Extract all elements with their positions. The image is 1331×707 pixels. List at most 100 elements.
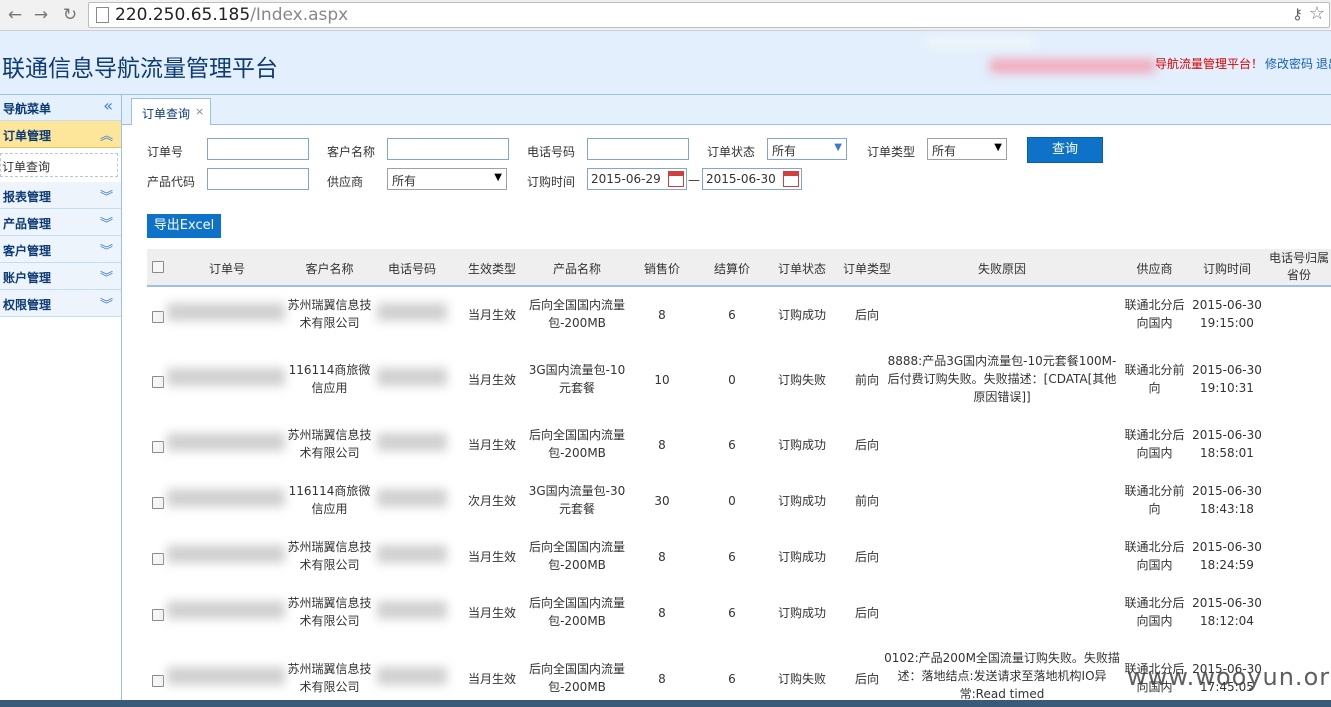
row-checkbox[interactable] — [152, 553, 164, 565]
query-button[interactable]: 查询 — [1027, 137, 1103, 163]
supplier-cell: 联通北分前向 — [1124, 484, 1185, 516]
customer-name-label: 客户名称 — [327, 145, 376, 159]
table-row[interactable]: 116114商旅微信应用 次月生效 3G国内流量包-30元套餐 30 0 订购成… — [147, 473, 1331, 529]
forward-arrow-icon[interactable]: → — [30, 4, 52, 26]
redacted-order-no — [167, 545, 285, 563]
row-checkbox[interactable] — [152, 497, 164, 509]
supplier-cell: 联通北分后向国内 — [1124, 428, 1185, 460]
settle-price-cell: 6 — [728, 308, 736, 322]
type-cell: 后向 — [854, 438, 879, 452]
customer-cell: 苏州瑞翼信息技术有限公司 — [287, 428, 372, 460]
date-to-input[interactable]: 2015-06-30 — [702, 168, 802, 190]
calendar-icon[interactable] — [668, 171, 684, 187]
row-checkbox[interactable] — [152, 311, 164, 323]
calendar-icon[interactable] — [783, 171, 799, 187]
column-header[interactable]: 订单状态 — [767, 260, 837, 277]
column-header[interactable]: 销售价 — [627, 260, 697, 277]
customer-cell: 苏州瑞翼信息技术有限公司 — [287, 596, 372, 628]
sidebar-group-orders[interactable]: 订单管理 ︽ — [0, 121, 121, 148]
back-arrow-icon[interactable]: ← — [4, 4, 26, 26]
order-type-select[interactable]: 所有 ▼ — [927, 138, 1007, 160]
chevron-down-icon[interactable]: ︾ — [100, 294, 113, 313]
sidebar-group-reports[interactable]: 报表管理 ︾ — [0, 182, 121, 209]
table-row[interactable]: 苏州瑞翼信息技术有限公司 当月生效 后向全国国内流量包-200MB 8 6 订购… — [147, 417, 1331, 473]
sidebar-group-label: 账户管理 — [3, 271, 52, 285]
order-time-label: 订购时间 — [527, 175, 576, 189]
change-password-link[interactable]: 修改密码 — [1265, 55, 1313, 72]
redacted-phone — [377, 368, 447, 386]
chevron-down-icon[interactable]: ︾ — [100, 240, 113, 259]
column-header[interactable]: 订单号 — [182, 260, 272, 277]
time-clock-cell: 19:10:31 — [1200, 381, 1254, 395]
table-row[interactable]: 苏州瑞翼信息技术有限公司 当月生效 后向全国国内流量包-200MB 8 6 订购… — [147, 529, 1331, 585]
date-to-value: 2015-06-30 — [706, 172, 776, 186]
table-row[interactable]: 116114商旅微信应用 当月生效 3G国内流量包-10元套餐 10 0 订购失… — [147, 343, 1331, 417]
table-row[interactable]: 苏州瑞翼信息技术有限公司 当月生效 后向全国国内流量包-200MB 8 6 订购… — [147, 287, 1331, 343]
export-excel-button[interactable]: 导出Excel — [147, 214, 221, 238]
close-icon[interactable]: × — [195, 105, 204, 118]
address-bar[interactable]: 220.250.65.185/Index.aspx ⚷ ☆ — [88, 2, 1330, 28]
customer-cell: 116114商旅微信应用 — [288, 363, 371, 395]
column-header[interactable]: 客户名称 — [287, 260, 372, 277]
chevron-down-icon[interactable]: ︾ — [100, 267, 113, 286]
watermark: www.wooyun.org — [1127, 663, 1331, 691]
column-header[interactable]: 电话号码 — [372, 260, 452, 277]
key-icon[interactable]: ⚷ — [1292, 5, 1303, 23]
phone-input[interactable] — [587, 138, 689, 160]
sale-price-cell: 8 — [658, 308, 666, 322]
redacted-username — [990, 59, 1155, 73]
row-checkbox[interactable] — [152, 376, 164, 388]
app-title: 联通信息导航流量管理平台 — [2, 56, 278, 82]
order-status-select[interactable]: 所有 ▼ — [767, 138, 847, 160]
url-text[interactable]: 220.250.65.185/Index.aspx — [115, 5, 348, 25]
column-header[interactable]: 电话号归属省份 — [1267, 250, 1331, 284]
collapse-sidebar-icon[interactable]: « — [103, 96, 113, 115]
sale-price-cell: 30 — [654, 494, 670, 508]
sidebar-group-products[interactable]: 产品管理 ︾ — [0, 209, 121, 236]
column-header[interactable]: 失败原因 — [882, 260, 1122, 277]
column-header[interactable]: 生效类型 — [457, 260, 527, 277]
sidebar-group-customers[interactable]: 客户管理 ︾ — [0, 236, 121, 263]
redacted-order-no — [167, 303, 285, 321]
column-header[interactable]: 产品名称 — [527, 260, 627, 277]
sale-price-cell: 8 — [658, 550, 666, 564]
column-header[interactable]: 订购时间 — [1187, 260, 1267, 277]
product-cell: 后向全国国内流量包-200MB — [528, 428, 625, 460]
chevron-down-icon[interactable]: ︾ — [100, 186, 113, 205]
supplier-cell: 联通北分前向 — [1124, 363, 1185, 395]
order-type-label: 订单类型 — [867, 145, 916, 159]
time-date-cell: 2015-06-30 — [1192, 596, 1262, 610]
date-from-input[interactable]: 2015-06-29 — [587, 168, 687, 190]
order-no-input[interactable] — [207, 138, 309, 160]
row-checkbox[interactable] — [152, 609, 164, 621]
table-row[interactable]: 苏州瑞翼信息技术有限公司 当月生效 后向全国国内流量包-200MB 8 6 订购… — [147, 585, 1331, 641]
product-cell: 后向全国国内流量包-200MB — [528, 596, 625, 628]
column-header[interactable]: 结算价 — [697, 260, 767, 277]
sale-price-cell: 10 — [654, 373, 670, 387]
type-cell: 后向 — [854, 308, 879, 322]
table-header: 订单号 客户名称 电话号码 生效类型 产品名称 销售价 结算价 订单状态 订单类… — [147, 249, 1331, 287]
chevron-up-icon[interactable]: ︽ — [100, 125, 113, 144]
tab-label: 订单查询 — [142, 107, 191, 121]
row-checkbox[interactable] — [152, 441, 164, 453]
select-all-checkbox[interactable] — [152, 261, 164, 273]
supplier-select[interactable]: 所有 ▼ — [387, 168, 507, 190]
product-code-input[interactable] — [207, 168, 309, 190]
chevron-down-icon[interactable]: ︾ — [100, 213, 113, 232]
supplier-cell: 联通北分后向国内 — [1124, 596, 1185, 628]
row-checkbox[interactable] — [152, 675, 164, 687]
tab-order-query[interactable]: 订单查询 × — [131, 98, 211, 125]
reload-icon[interactable]: ↻ — [59, 4, 81, 26]
sidebar-group-accounts[interactable]: 账户管理 ︾ — [0, 263, 121, 290]
effect-cell: 当月生效 — [467, 308, 516, 322]
redacted-order-no — [167, 368, 285, 386]
logout-link[interactable]: 退出 — [1316, 55, 1331, 72]
sidebar-group-permissions[interactable]: 权限管理 ︾ — [0, 290, 121, 317]
customer-name-input[interactable] — [387, 138, 509, 160]
bookmark-star-icon[interactable]: ☆ — [1309, 3, 1325, 24]
customer-cell: 苏州瑞翼信息技术有限公司 — [287, 540, 372, 572]
time-clock-cell: 18:58:01 — [1200, 446, 1254, 460]
sidebar-group-label: 订单管理 — [3, 129, 52, 143]
column-header[interactable]: 供应商 — [1122, 260, 1187, 277]
sidebar-item-order-query[interactable]: 订单查询 — [0, 153, 118, 177]
